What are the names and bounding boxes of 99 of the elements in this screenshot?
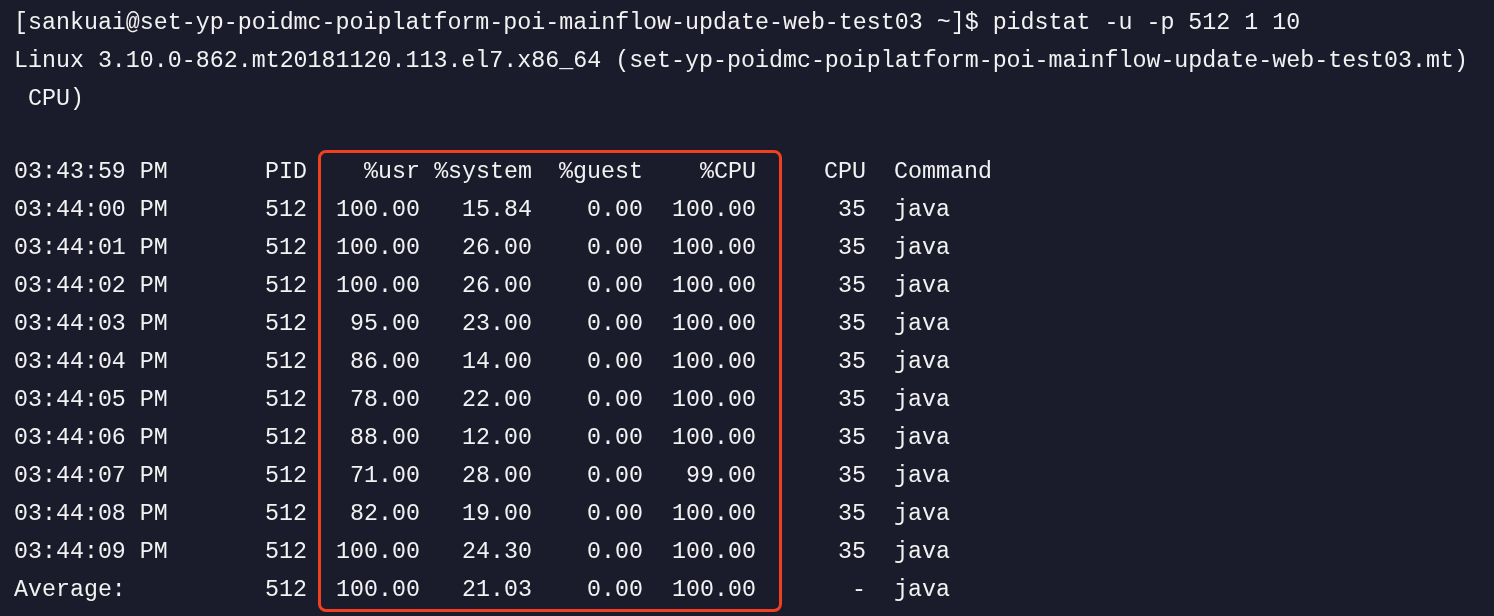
table-cell-text: 03:44:01 PM [14,234,168,263]
table-cell-text: 0.00 [587,462,643,491]
table-cell-text: 512 [265,272,307,301]
table-cell-text: 512 [265,500,307,529]
table-cell-text: 100.00 [672,272,756,301]
column-header: PID [265,158,307,187]
table-cell-text: 35 [838,234,866,263]
table-cell-text: 100.00 [672,424,756,453]
table-cell-text: 35 [838,462,866,491]
table-cell-text: - [852,576,866,605]
table-cell-text: 100.00 [336,234,420,263]
table-cell-text: 35 [838,348,866,377]
table-cell-text: 23.00 [462,310,532,339]
table-cell-text: 0.00 [587,234,643,263]
table-cell-text: 0.00 [587,272,643,301]
table-cell-text: 35 [838,538,866,567]
table-cell-text: java [894,348,950,377]
table-cell-text: java [894,500,950,529]
table-cell-text: 35 [838,310,866,339]
table-cell-text: 03:44:07 PM [14,462,168,491]
table-cell-text: 35 [838,500,866,529]
column-header: 03:43:59 PM [14,158,168,187]
table-cell-text: 512 [265,310,307,339]
table-cell-text: java [894,386,950,415]
table-cell-text: java [894,310,950,339]
table-cell-text: 28.00 [462,462,532,491]
column-header: Command [894,158,992,187]
table-cell-text: 26.00 [462,272,532,301]
table-cell-text: java [894,462,950,491]
table-cell-text: 15.84 [462,196,532,225]
table-cell-text: java [894,234,950,263]
table-cell-text: 95.00 [350,310,420,339]
table-cell-text: java [894,576,950,605]
table-cell-text: 0.00 [587,386,643,415]
table-cell-text: 100.00 [672,386,756,415]
table-cell-text: 21.03 [462,576,532,605]
column-header: CPU [824,158,866,187]
table-cell-text: 35 [838,272,866,301]
table-cell-text: 100.00 [336,272,420,301]
table-cell-text: 100.00 [672,196,756,225]
table-cell-text: Average: [14,576,126,605]
table-cell-text: 03:44:04 PM [14,348,168,377]
table-cell-text: 512 [265,196,307,225]
table-cell-text: 0.00 [587,348,643,377]
table-cell-text: 19.00 [462,500,532,529]
table-cell-text: 512 [265,424,307,453]
table-cell-text: 03:44:06 PM [14,424,168,453]
column-header: %guest [559,158,643,187]
table-cell-text: 82.00 [350,500,420,529]
table-cell-text: 100.00 [672,576,756,605]
table-cell-text: 512 [265,386,307,415]
table-cell-text: 26.00 [462,234,532,263]
table-cell-text: 100.00 [672,234,756,263]
table-cell-text: 14.00 [462,348,532,377]
column-header: %CPU [700,158,756,187]
table-cell-text: 22.00 [462,386,532,415]
table-cell-text: 03:44:02 PM [14,272,168,301]
table-cell-text: 71.00 [350,462,420,491]
table-cell-text: 0.00 [587,576,643,605]
terminal-line: CPU) [26,85,84,114]
table-cell-text: 512 [265,462,307,491]
table-cell-text: 35 [838,386,866,415]
table-cell-text: 88.00 [350,424,420,453]
table-cell-text: 100.00 [336,576,420,605]
table-cell-text: 100.00 [672,500,756,529]
table-cell-text: 512 [265,576,307,605]
column-header: %usr [364,158,420,187]
table-cell-text: 35 [838,196,866,225]
table-cell-text: 512 [265,234,307,263]
table-cell-text: 99.00 [686,462,756,491]
table-cell-text: 100.00 [672,310,756,339]
table-cell-text: 100.00 [672,538,756,567]
table-cell-text: java [894,424,950,453]
table-cell-text: 0.00 [587,500,643,529]
table-cell-text: 0.00 [587,424,643,453]
table-cell-text: 0.00 [587,310,643,339]
table-cell-text: 100.00 [336,538,420,567]
table-cell-text: 03:44:09 PM [14,538,168,567]
table-cell-text: 0.00 [587,196,643,225]
table-cell-text: 03:44:00 PM [14,196,168,225]
table-cell-text: 12.00 [462,424,532,453]
table-cell-text: 35 [838,424,866,453]
table-cell-text: 03:44:08 PM [14,500,168,529]
table-cell-text: 24.30 [462,538,532,567]
table-cell-text: 03:44:05 PM [14,386,168,415]
table-cell-text: 03:44:03 PM [14,310,168,339]
table-cell-text: 512 [265,348,307,377]
terminal-line: Linux 3.10.0-862.mt20181120.113.el7.x86_64 (set-yp-poidmc-poiplatform-poi-mainflow-update-web-test03.mt) [14,47,1468,76]
column-header: %system [434,158,532,187]
table-cell-text: java [894,196,950,225]
table-cell-text: 86.00 [350,348,420,377]
table-cell-text: java [894,538,950,567]
table-cell-text: java [894,272,950,301]
table-cell-text: 100.00 [336,196,420,225]
terminal-line: [sankuai@set-yp-poidmc-poiplatform-poi-mainflow-update-web-test03 ~]$ pidstat -u -p 512 1 10 [14,9,1301,38]
table-cell-text: 0.00 [587,538,643,567]
table-cell-text: 78.00 [350,386,420,415]
table-cell-text: 100.00 [672,348,756,377]
table-cell-text: 512 [265,538,307,567]
